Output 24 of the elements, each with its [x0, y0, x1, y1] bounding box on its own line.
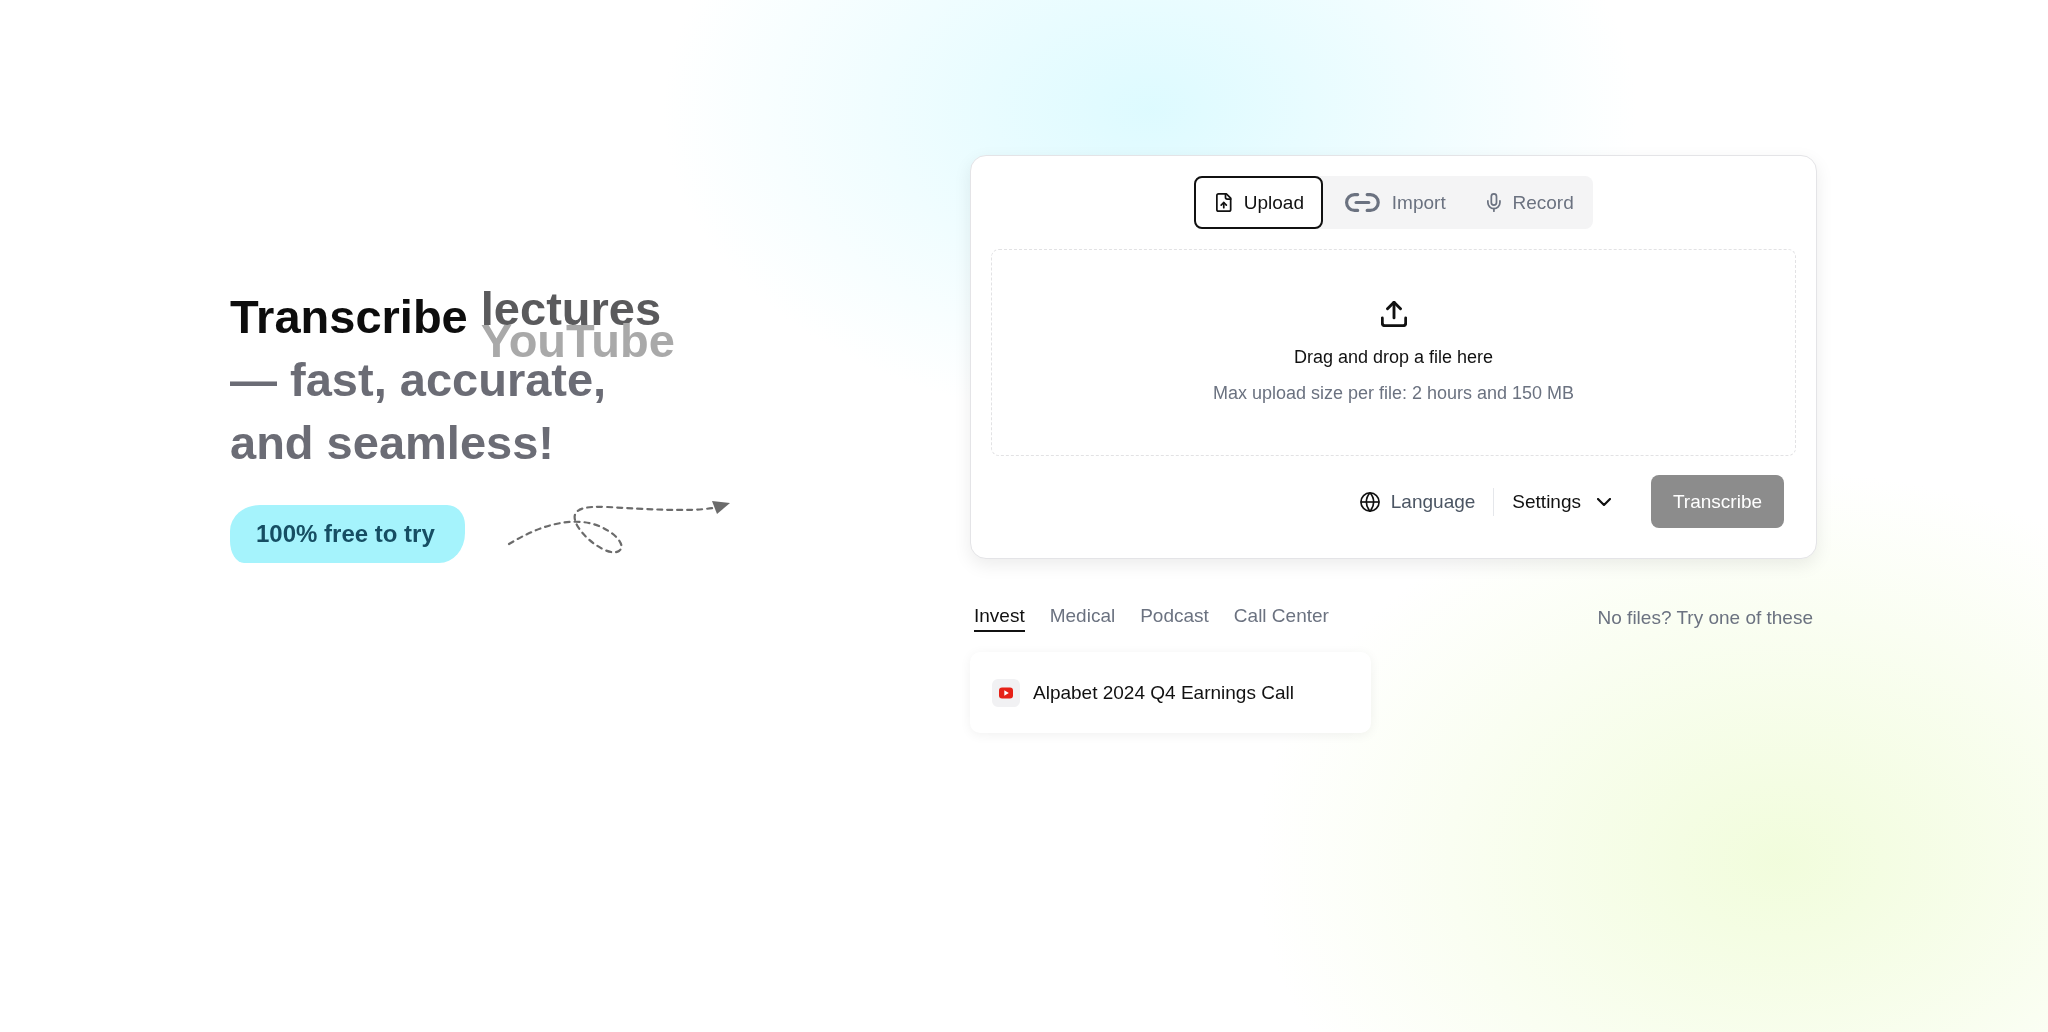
- category-tab[interactable]: Invest: [974, 603, 1025, 632]
- sample-file-card[interactable]: Alpabet 2024 Q4 Earnings Call: [970, 652, 1371, 733]
- headline-lead: Transcribe: [230, 290, 468, 343]
- file-upload-icon: [1216, 193, 1232, 212]
- category-tab[interactable]: Podcast: [1140, 603, 1209, 632]
- mode-tab[interactable]: Upload: [1194, 176, 1323, 229]
- upload-icon: [1380, 300, 1407, 327]
- microphone-icon: [1486, 193, 1501, 212]
- play-icon: [992, 678, 1020, 707]
- mode-tab[interactable]: Import: [1323, 176, 1465, 229]
- chevron-down-icon: [1597, 497, 1611, 506]
- drop-zone-title: Drag and drop a file here: [1293, 345, 1494, 369]
- language-button[interactable]: Language: [1355, 484, 1480, 519]
- category-tab[interactable]: Call Center: [1233, 603, 1329, 632]
- free-trial-badge: 100% free to try: [230, 505, 465, 563]
- category-tab[interactable]: Medical: [1049, 603, 1116, 632]
- settings-dropdown[interactable]: Settings: [1508, 484, 1615, 519]
- link-icon: [1345, 193, 1380, 212]
- sample-hint-text: No files? Try one of these: [1597, 606, 1813, 629]
- globe-icon: [1359, 491, 1380, 512]
- sample-file-title: Alpabet 2024 Q4 Earnings Call: [1033, 681, 1294, 704]
- drop-zone-hint: Max upload size per file: 2 hours and 150 MB: [1212, 381, 1575, 405]
- file-drop-zone[interactable]: Drag and drop a file here Max upload size per file: 2 hours and 150 MB: [991, 249, 1796, 456]
- mode-tab[interactable]: Record: [1464, 176, 1593, 229]
